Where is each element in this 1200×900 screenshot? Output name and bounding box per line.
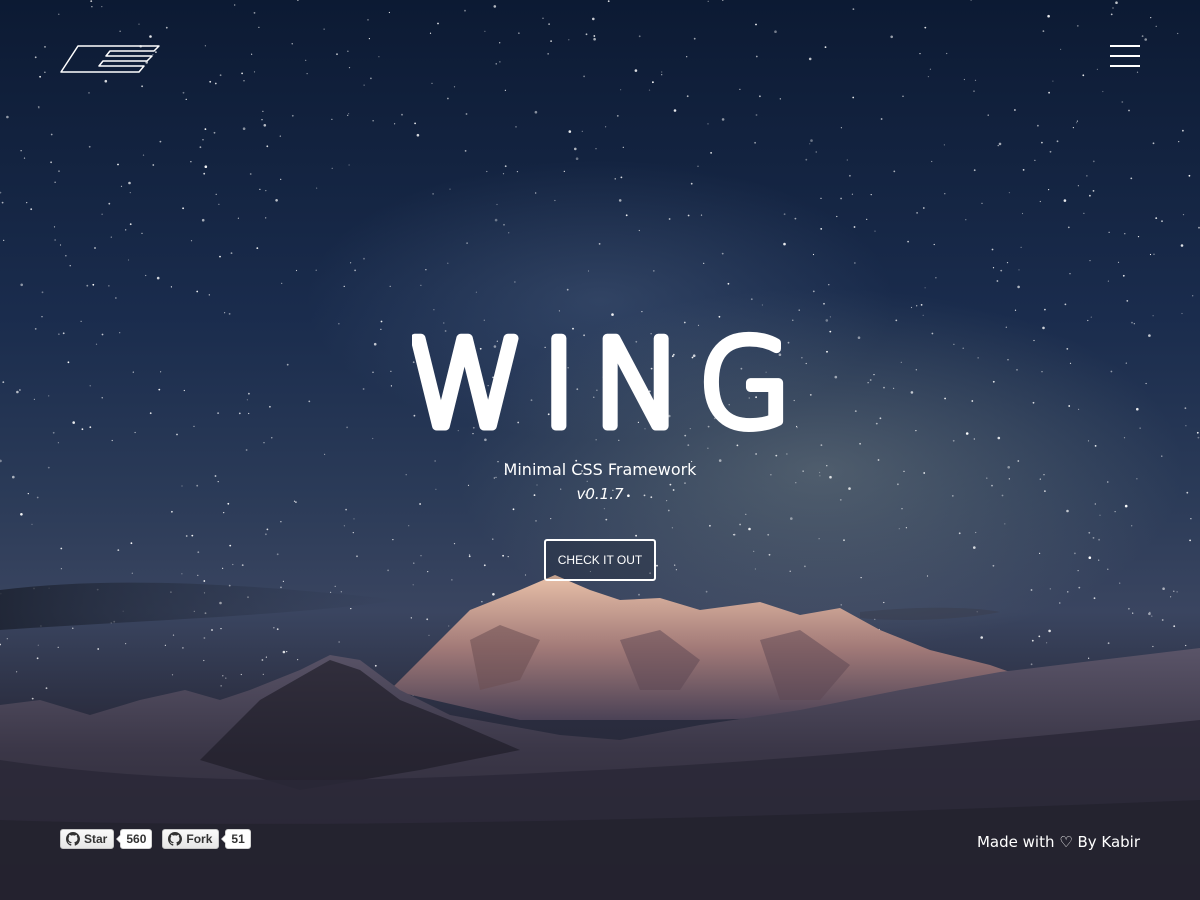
footer-credit: Made with ♡ By Kabir xyxy=(976,833,1140,851)
check-it-out-button[interactable]: CHECK IT OUT xyxy=(543,539,657,581)
wing-logo-icon[interactable] xyxy=(60,44,160,74)
github-star-widget: Star 560 xyxy=(60,829,153,849)
github-fork-label: Fork xyxy=(186,832,213,846)
hamburger-menu-icon[interactable] xyxy=(1106,42,1142,70)
menu-line xyxy=(1110,45,1140,47)
hero-title-wordmark: WING WING xyxy=(412,320,802,440)
menu-line xyxy=(1110,55,1140,57)
hero-subtitle: Minimal CSS Framework xyxy=(503,460,697,479)
github-icon xyxy=(66,832,80,846)
github-fork-widget: Fork 51 xyxy=(162,829,251,849)
github-buttons: Star 560 Fork 51 xyxy=(60,829,251,849)
github-star-count[interactable]: 560 xyxy=(116,829,153,849)
menu-line xyxy=(1110,65,1140,67)
github-fork-count[interactable]: 51 xyxy=(221,829,251,849)
hero-title: WING WING xyxy=(0,320,1200,440)
github-star-label: Star xyxy=(84,832,108,846)
hero-section: WING WING Minimal CSS Framework v0.1.7 C… xyxy=(0,320,1200,581)
github-fork-button[interactable]: Fork xyxy=(162,829,220,849)
landing-page: WING WING Minimal CSS Framework v0.1.7 C… xyxy=(0,0,1200,900)
github-star-button[interactable]: Star xyxy=(60,829,115,849)
github-icon xyxy=(168,832,183,846)
version-label: v0.1.7 xyxy=(576,485,624,503)
hero-title-fill: WING xyxy=(412,320,802,440)
